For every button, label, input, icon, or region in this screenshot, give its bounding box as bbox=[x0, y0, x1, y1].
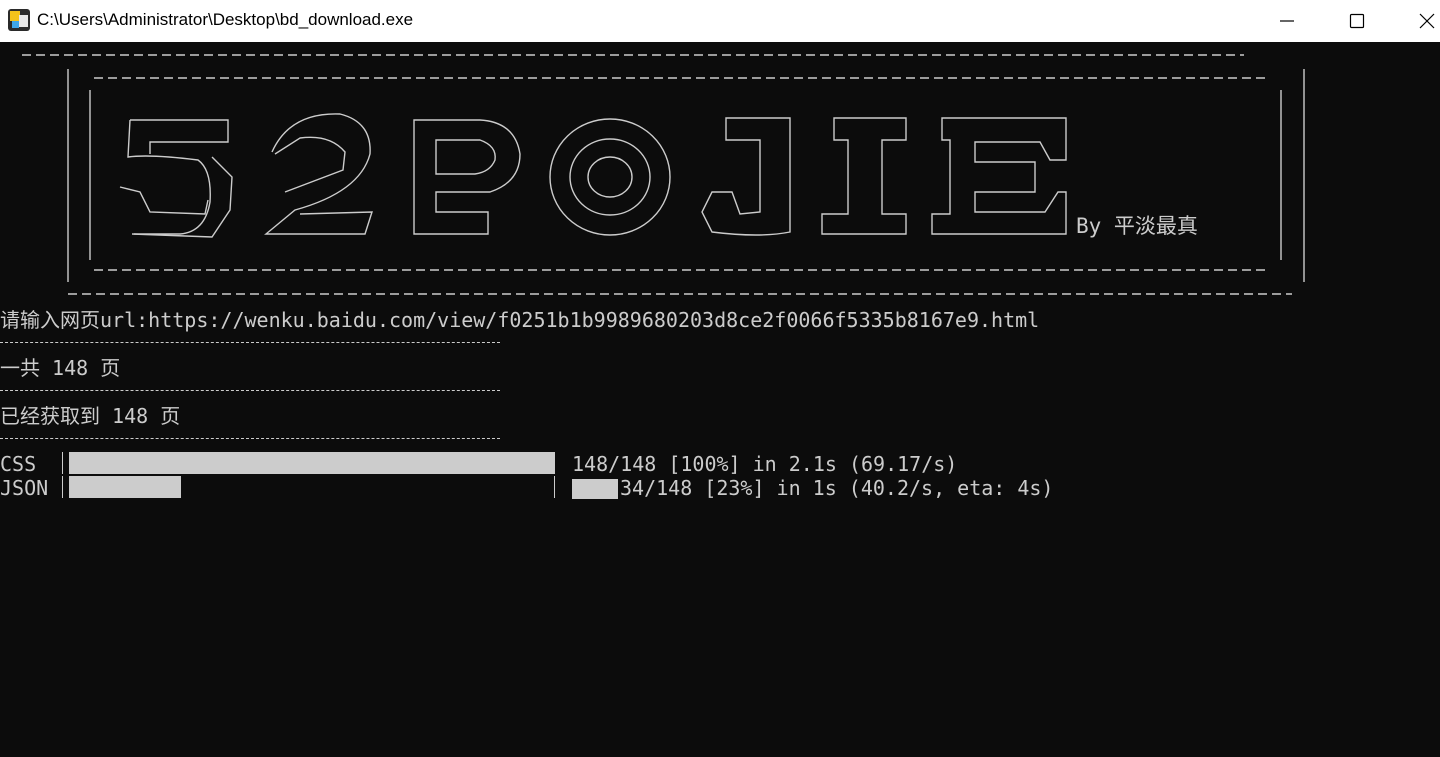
separator bbox=[0, 438, 500, 439]
separator bbox=[0, 390, 500, 391]
progress-spinner-block bbox=[572, 479, 618, 499]
progress-bar-css bbox=[62, 452, 555, 474]
minimize-icon bbox=[1280, 20, 1294, 22]
banner-art bbox=[22, 54, 1305, 295]
title-bar[interactable]: C:\Users\Administrator\Desktop\bd_downlo… bbox=[0, 0, 1440, 42]
separator bbox=[0, 342, 500, 343]
progress-fill-css bbox=[69, 452, 554, 474]
console-window: C:\Users\Administrator\Desktop\bd_downlo… bbox=[0, 0, 1440, 757]
minimize-button[interactable] bbox=[1252, 0, 1322, 42]
fetched-pages-line: 已经获取到 148 页 bbox=[0, 404, 181, 428]
maximize-icon bbox=[1349, 13, 1365, 29]
console-area[interactable]: By 平淡最真 请输入网页url:https://wenku.baidu.com… bbox=[0, 42, 1440, 757]
total-pages-line: 一共 148 页 bbox=[0, 356, 121, 380]
progress-label-json: JSON bbox=[0, 476, 49, 500]
url-prompt-line: 请输入网页url:https://wenku.baidu.com/view/f0… bbox=[0, 308, 1040, 332]
close-icon bbox=[1419, 13, 1435, 29]
window-title: C:\Users\Administrator\Desktop\bd_downlo… bbox=[37, 10, 414, 29]
maximize-button[interactable] bbox=[1322, 0, 1392, 42]
progress-bar-json bbox=[62, 476, 555, 498]
close-button[interactable] bbox=[1392, 0, 1440, 42]
progress-info-json: 34/148 [23%] in 1s (40.2/s, eta: 4s) bbox=[620, 476, 1054, 500]
progress-fill-json bbox=[69, 476, 181, 498]
app-icon bbox=[8, 9, 30, 31]
progress-label-css: CSS bbox=[0, 452, 37, 476]
progress-info-css: 148/148 [100%] in 2.1s (69.17/s) bbox=[572, 452, 958, 476]
banner-byline: By 平淡最真 bbox=[1076, 214, 1198, 238]
